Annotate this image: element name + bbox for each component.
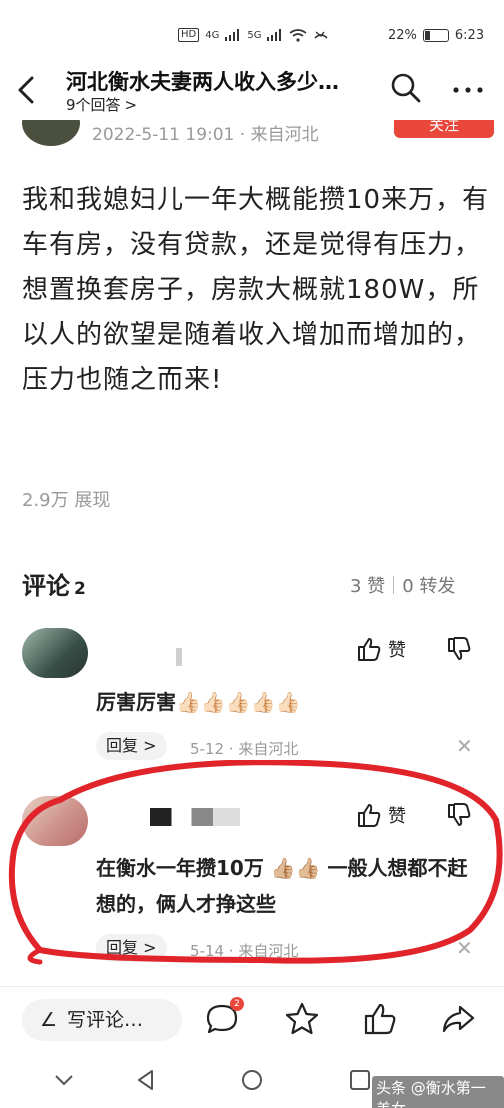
network-5g-label: 5G	[247, 29, 262, 41]
share-button[interactable]	[440, 1001, 476, 1037]
dislike-button[interactable]	[446, 636, 474, 664]
nav-recents-button[interactable]	[348, 1068, 372, 1096]
like-button[interactable]: 赞	[356, 636, 406, 662]
chevron-right-icon: >	[124, 96, 138, 114]
search-icon	[391, 73, 421, 103]
reply-button[interactable]: 回复 >	[96, 732, 167, 760]
source-watermark: 头条 @衡水第一美女	[372, 1076, 504, 1108]
question-title[interactable]: 河北衡水夫妻两人收入多少…	[66, 66, 366, 96]
more-button[interactable]	[450, 66, 486, 102]
comments-label: 评论	[22, 572, 70, 600]
favorite-button[interactable]	[284, 1001, 320, 1037]
more-dots-icon	[453, 87, 483, 93]
likes-count[interactable]: 3 赞	[350, 572, 385, 598]
nav-back-button[interactable]	[134, 1068, 158, 1096]
status-bar: HD 4G 5G 22% 6:23	[0, 0, 504, 50]
comment-meta: 5-14 · 来自河北	[190, 942, 299, 960]
nav-home-button[interactable]	[240, 1068, 264, 1096]
shares-count[interactable]: 0 转发	[402, 572, 455, 598]
close-icon[interactable]: ✕	[456, 734, 473, 758]
write-comment-label: 写评论…	[67, 1009, 144, 1031]
reply-button[interactable]: 回复 >	[96, 934, 167, 962]
commenter-name-blurred	[176, 648, 182, 666]
signal-icon-2	[267, 29, 282, 41]
network-4g-label: 4G	[205, 29, 220, 41]
chevron-down-icon	[55, 1075, 73, 1086]
like-label: 赞	[388, 640, 406, 661]
commenter-avatar[interactable]	[22, 628, 88, 678]
hd-indicator: HD	[178, 28, 200, 42]
app-header: 河北衡水夫妻两人收入多少… 9个回答 >	[0, 58, 504, 120]
battery-time: 22% 6:23	[388, 28, 484, 43]
comment-text: 在衡水一年攒10万 👍🏼👍🏼 一般人想都不赶想的，俩人才挣这些	[96, 856, 468, 916]
post-stats: 3 赞 0 转发	[350, 572, 455, 598]
comment-count-badge: 2	[230, 997, 244, 1011]
like-label: 赞	[388, 806, 406, 827]
bottom-action-bar: ∠ 写评论… 2	[0, 986, 504, 1054]
dislike-button[interactable]	[446, 802, 474, 830]
signal-icon	[225, 29, 240, 41]
comments-title: 评论 2	[22, 566, 86, 601]
battery-icon	[422, 29, 449, 42]
chevron-left-icon	[18, 76, 34, 104]
follow-button[interactable]: 关注	[394, 118, 494, 138]
triangle-back-icon	[138, 1070, 153, 1090]
thumbs-up-icon	[364, 1003, 396, 1035]
thumbs-down-icon	[448, 803, 471, 826]
like-post-button[interactable]	[362, 1001, 398, 1037]
answers-count: 9个回答	[66, 96, 121, 114]
battery-percent: 22%	[388, 28, 417, 43]
network-indicators: HD 4G 5G	[178, 28, 329, 42]
close-icon[interactable]: ✕	[456, 936, 473, 960]
view-count: 2.9万 展现	[22, 490, 111, 511]
answers-link[interactable]: 9个回答 >	[66, 94, 137, 115]
square-recents-icon	[350, 1070, 370, 1090]
commenter-name-blurred	[150, 808, 240, 826]
circle-home-icon	[242, 1070, 262, 1090]
like-button[interactable]: 赞	[356, 802, 406, 828]
thumbs-down-icon	[448, 637, 471, 660]
thumbs-up-icon	[358, 804, 381, 827]
post-date-source: 2022-5-11 19:01 · 来自河北	[92, 125, 319, 145]
comment-meta: 5-12 · 来自河北	[190, 740, 299, 758]
stats-divider	[393, 576, 395, 594]
star-icon	[285, 1002, 319, 1035]
comment-text: 厉害厉害👍🏻👍🏻👍🏻👍🏻👍🏻	[96, 690, 301, 714]
back-button[interactable]	[12, 70, 46, 110]
clock: 6:23	[454, 28, 485, 43]
write-comment-input[interactable]: ∠ 写评论…	[22, 999, 182, 1041]
thumbs-up-icon	[358, 638, 381, 661]
wifi-icon	[290, 28, 307, 42]
missed-call-icon	[314, 30, 329, 39]
search-button[interactable]	[390, 72, 422, 104]
post-body: 我和我媳妇儿一年大概能攒10来万，有车有房，没有贷款，还是觉得有压力，想置换套房…	[22, 185, 490, 395]
share-arrow-icon	[442, 1005, 475, 1033]
pen-icon: ∠	[40, 1009, 58, 1031]
comments-count: 2	[74, 579, 86, 599]
commenter-avatar[interactable]	[22, 796, 88, 846]
nav-collapse-button[interactable]	[52, 1068, 76, 1096]
